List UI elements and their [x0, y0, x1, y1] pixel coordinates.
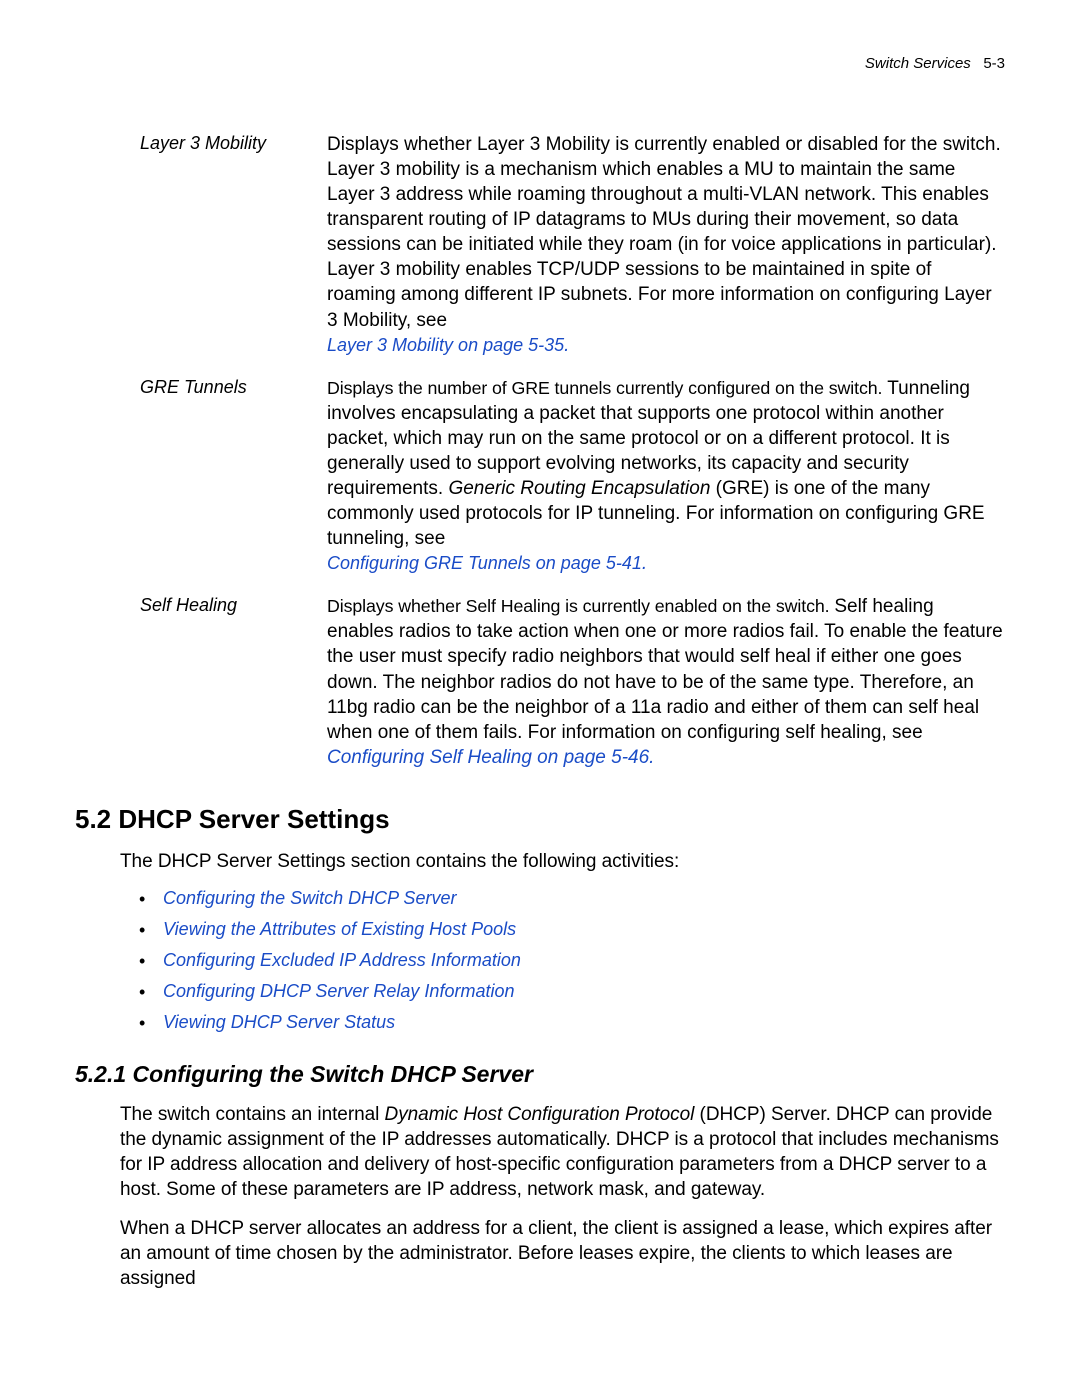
link-configuring-switch-dhcp-server[interactable]: Configuring the Switch DHCP Server	[163, 888, 456, 908]
para1-pre: The switch contains an internal	[120, 1104, 385, 1125]
definition-italic: Generic Routing Encapsulation	[448, 478, 710, 499]
section-link-list: Configuring the Switch DHCP Server Viewi…	[139, 888, 1005, 1033]
link-gre-tunnels[interactable]: Configuring GRE Tunnels on page 5-41	[327, 553, 642, 573]
link-layer3-mobility[interactable]: Layer 3 Mobility on page 5-35	[327, 335, 564, 355]
para1-italic: Dynamic Host Configuration Protocol	[385, 1104, 695, 1125]
definition-term: Layer 3 Mobility	[140, 132, 327, 358]
definition-body: Displays the number of GRE tunnels curre…	[327, 376, 1005, 577]
definition-term: Self Healing	[140, 594, 327, 770]
link-viewing-host-pools[interactable]: Viewing the Attributes of Existing Host …	[163, 919, 516, 939]
subsection-heading-configuring-switch-dhcp: 5.2.1 Configuring the Switch DHCP Server	[75, 1061, 1005, 1088]
definition-lead: Displays whether Self Healing is current…	[327, 596, 834, 616]
page: Switch Services 5-3 Layer 3 Mobility Dis…	[0, 0, 1080, 1397]
definition-row: Self Healing Displays whether Self Heali…	[140, 594, 1005, 770]
page-ref: 5-3	[983, 55, 1005, 72]
definition-row: Layer 3 Mobility Displays whether Layer …	[140, 132, 1005, 358]
link-configuring-dhcp-relay[interactable]: Configuring DHCP Server Relay Informatio…	[163, 981, 514, 1001]
definition-lead: Displays the number of GRE tunnels curre…	[327, 378, 887, 398]
definition-body: Displays whether Layer 3 Mobility is cur…	[327, 132, 1005, 358]
list-item: Configuring DHCP Server Relay Informatio…	[139, 981, 1005, 1002]
section-heading-dhcp-server-settings: 5.2 DHCP Server Settings	[75, 804, 1005, 835]
definition-list: Layer 3 Mobility Displays whether Layer …	[140, 132, 1005, 770]
doc-title: Switch Services	[865, 55, 971, 72]
list-item: Viewing the Attributes of Existing Host …	[139, 919, 1005, 940]
link-self-healing[interactable]: Configuring Self Healing on page 5-46	[327, 747, 649, 768]
list-item: Configuring Excluded IP Address Informat…	[139, 950, 1005, 971]
list-item: Configuring the Switch DHCP Server	[139, 888, 1005, 909]
list-item: Viewing DHCP Server Status	[139, 1012, 1005, 1033]
subsection-para-1: The switch contains an internal Dynamic …	[120, 1102, 1005, 1202]
link-viewing-dhcp-status[interactable]: Viewing DHCP Server Status	[163, 1012, 395, 1032]
subsection-para-2: When a DHCP server allocates an address …	[120, 1216, 1005, 1291]
section-intro: The DHCP Server Settings section contain…	[120, 849, 1005, 874]
definition-body: Displays whether Self Healing is current…	[327, 594, 1005, 770]
definition-row: GRE Tunnels Displays the number of GRE t…	[140, 376, 1005, 577]
link-configuring-excluded-ip[interactable]: Configuring Excluded IP Address Informat…	[163, 950, 521, 970]
definition-text: Displays whether Layer 3 Mobility is cur…	[327, 134, 1001, 331]
definition-term: GRE Tunnels	[140, 376, 327, 577]
definition-text: Self healing enables radios to take acti…	[327, 596, 1003, 742]
running-header: Switch Services 5-3	[75, 55, 1005, 72]
